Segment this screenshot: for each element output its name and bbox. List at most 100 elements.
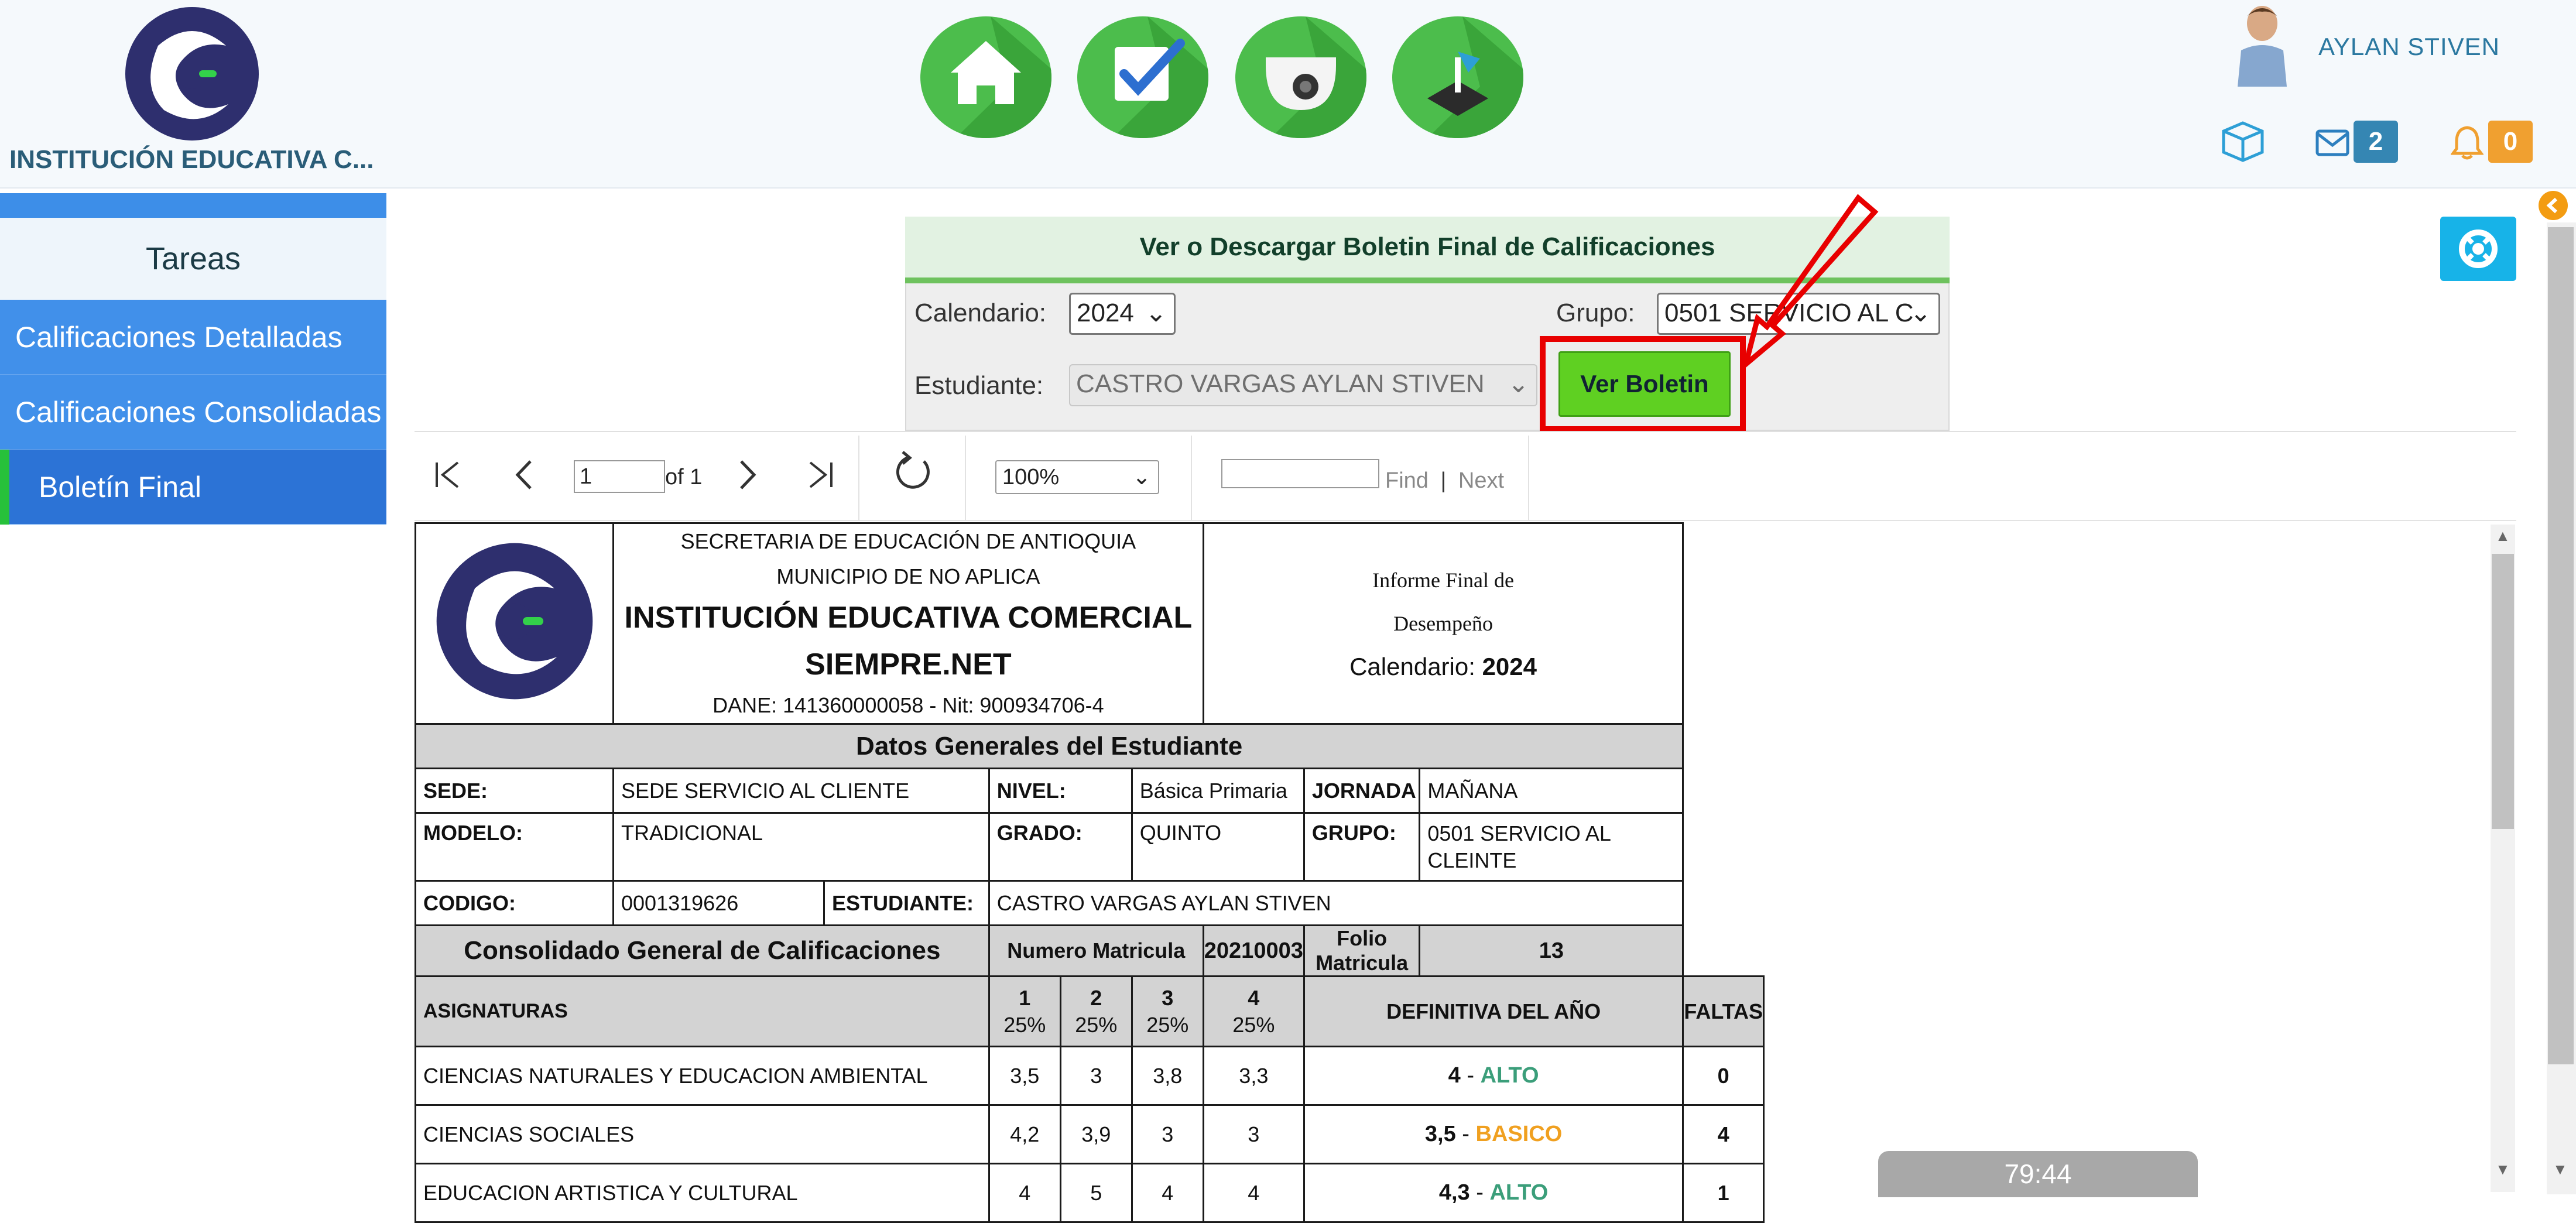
institution-logo-icon bbox=[436, 543, 592, 699]
tasks-nav-button[interactable] bbox=[1077, 16, 1208, 138]
bell-icon[interactable] bbox=[2450, 124, 2484, 160]
sidebar-item-calificaciones-detalladas[interactable]: Calificaciones Detalladas bbox=[0, 300, 386, 375]
report-line-secretaria: SECRETARIA DE EDUCACIÓN DE ANTIOQUIA bbox=[680, 529, 1136, 553]
chevron-down-icon: ⌄ bbox=[1145, 299, 1167, 327]
find-link[interactable]: Find bbox=[1385, 468, 1429, 493]
calendario-select[interactable]: 2024 ⌄ bbox=[1069, 293, 1176, 335]
codigo-label: CODIGO: bbox=[415, 880, 614, 926]
asignaturas-header: ASIGNATURAS bbox=[415, 975, 990, 1047]
chevron-left-icon bbox=[2546, 197, 2558, 214]
report-line-municipio: MUNICIPIO DE NO APLICA bbox=[776, 564, 1040, 588]
report-title-line2: Desempeño bbox=[1393, 612, 1493, 635]
toolbar-separator bbox=[965, 436, 966, 521]
codigo-value: 0001319626 bbox=[612, 880, 825, 926]
report-title-line1: Informe Final de bbox=[1372, 568, 1515, 592]
table-row: CIENCIAS SOCIALES 4,2 3,9 3 3 3,5 - BASI… bbox=[415, 1104, 1765, 1164]
chevron-down-icon: ⌄ bbox=[1132, 465, 1151, 489]
scroll-down-icon[interactable]: ▼ bbox=[2495, 1160, 2510, 1179]
annotation-arrow-icon bbox=[1741, 194, 1879, 372]
grupo-label: GRUPO: bbox=[1303, 812, 1421, 882]
jornada-value: MAÑANA bbox=[1419, 768, 1684, 814]
sidebar-item-calificaciones-consolidadas[interactable]: Calificaciones Consolidadas bbox=[0, 375, 386, 450]
report-institution-name: INSTITUCIÓN EDUCATIVA COMERCIAL SIEMPRE.… bbox=[624, 601, 1193, 681]
collapse-panel-button[interactable] bbox=[2539, 191, 2568, 220]
grade-period-3: 3 bbox=[1131, 1104, 1204, 1164]
user-name[interactable]: AYLAN STIVEN bbox=[2318, 33, 2500, 61]
grade-period-1: 4 bbox=[988, 1163, 1061, 1223]
definitiva-cell: 3,5 - BASICO bbox=[1303, 1104, 1684, 1164]
page-scrollbar-thumb[interactable] bbox=[2548, 227, 2574, 1064]
sidebar-top-bar bbox=[0, 193, 386, 218]
period-1-header: 1 25% bbox=[988, 975, 1061, 1047]
modelo-value: TRADICIONAL bbox=[612, 812, 990, 882]
mail-icon[interactable] bbox=[2315, 128, 2350, 158]
scroll-down-icon[interactable]: ▼ bbox=[2553, 1160, 2568, 1179]
report-scrollbar-thumb[interactable] bbox=[2492, 554, 2514, 829]
faltas-cell: 1 bbox=[1682, 1163, 1765, 1223]
grade-period-1: 3,5 bbox=[988, 1046, 1061, 1106]
faltas-header: FALTAS bbox=[1682, 975, 1765, 1047]
numero-matricula-value: 20210003 bbox=[1202, 924, 1305, 977]
scroll-up-icon[interactable]: ▲ bbox=[2495, 527, 2510, 545]
notification-count-badge[interactable]: 0 bbox=[2488, 121, 2533, 163]
first-page-icon[interactable] bbox=[427, 454, 468, 495]
estudiante-label-report: ESTUDIANTE: bbox=[823, 880, 990, 926]
mail-count-badge[interactable]: 2 bbox=[2354, 121, 2398, 163]
period-2-header: 2 25% bbox=[1059, 975, 1133, 1047]
previous-page-icon[interactable] bbox=[505, 454, 546, 495]
sidebar-item-boletin-final[interactable]: Boletín Final bbox=[0, 450, 386, 525]
institution-name: INSTITUCIÓN EDUCATIVA C... bbox=[9, 145, 374, 174]
report-logo bbox=[415, 522, 614, 725]
table-row: EDUCACION ARTISTICA Y CULTURAL 4 5 4 4 4… bbox=[415, 1163, 1765, 1223]
institution-logo-icon[interactable] bbox=[123, 5, 261, 143]
period-3-header: 3 25% bbox=[1131, 975, 1204, 1047]
toolbar-separator bbox=[858, 436, 859, 521]
grade-period-1: 4,2 bbox=[988, 1104, 1061, 1164]
folio-matricula-label: Folio Matricula bbox=[1303, 924, 1421, 977]
cube-icon[interactable] bbox=[2219, 121, 2267, 163]
next-link[interactable]: Next bbox=[1458, 468, 1504, 493]
report-calendar-label: Calendario: bbox=[1349, 653, 1475, 680]
page-count: of 1 bbox=[665, 465, 703, 489]
next-page-icon[interactable] bbox=[726, 454, 767, 495]
modelo-label: MODELO: bbox=[415, 812, 614, 882]
grupo-label: Grupo: bbox=[1556, 299, 1635, 327]
find-input[interactable] bbox=[1221, 459, 1379, 488]
toolbar-separator bbox=[1191, 436, 1192, 521]
nivel-value: Básica Primaria bbox=[1131, 768, 1305, 814]
home-nav-button[interactable] bbox=[920, 16, 1051, 138]
report-calendar-value: 2024 bbox=[1482, 653, 1537, 680]
chevron-down-icon: ⌄ bbox=[1508, 369, 1529, 398]
camera-nav-button[interactable] bbox=[1235, 16, 1366, 138]
definitiva-header: DEFINITIVA DEL AÑO bbox=[1303, 975, 1684, 1047]
upload-nav-button[interactable] bbox=[1392, 16, 1523, 138]
grade-period-4: 4 bbox=[1202, 1163, 1305, 1223]
estudiante-value-report: CASTRO VARGAS AYLAN STIVEN bbox=[988, 880, 1684, 926]
grade-period-4: 3 bbox=[1202, 1104, 1305, 1164]
subject-name: CIENCIAS NATURALES Y EDUCACION AMBIENTAL bbox=[415, 1046, 990, 1106]
grade-period-4: 3,3 bbox=[1202, 1046, 1305, 1106]
nivel-label: NIVEL: bbox=[988, 768, 1133, 814]
estudiante-label: Estudiante: bbox=[914, 371, 1044, 400]
grade-period-2: 3,9 bbox=[1059, 1104, 1133, 1164]
table-row: CIENCIAS NATURALES Y EDUCACION AMBIENTAL… bbox=[415, 1046, 1765, 1106]
subject-name: CIENCIAS SOCIALES bbox=[415, 1104, 990, 1164]
help-button[interactable] bbox=[2440, 217, 2516, 281]
refresh-icon[interactable] bbox=[890, 448, 931, 489]
ver-boletin-button[interactable]: Ver Boletin bbox=[1558, 351, 1731, 417]
grade-period-2: 5 bbox=[1059, 1163, 1133, 1223]
calendario-label: Calendario: bbox=[914, 299, 1047, 327]
user-avatar[interactable] bbox=[2229, 4, 2295, 87]
numero-matricula-label: Numero Matricula bbox=[988, 924, 1204, 977]
sede-value: SEDE SERVICIO AL CLIENTE bbox=[612, 768, 990, 814]
subject-name: EDUCACION ARTISTICA Y CULTURAL bbox=[415, 1163, 990, 1223]
page-number-input[interactable]: 1 bbox=[574, 460, 665, 493]
report-heading: SECRETARIA DE EDUCACIÓN DE ANTIOQUIA MUN… bbox=[612, 522, 1204, 725]
grado-label: GRADO: bbox=[988, 812, 1133, 882]
datos-generales-title: Datos Generales del Estudiante bbox=[414, 723, 1684, 769]
zoom-select[interactable]: 100% ⌄ bbox=[995, 460, 1159, 494]
session-timer: 79:44 bbox=[1878, 1151, 2198, 1197]
grado-value: QUINTO bbox=[1131, 812, 1305, 882]
lifebuoy-icon bbox=[2459, 229, 2498, 268]
last-page-icon[interactable] bbox=[800, 454, 841, 495]
